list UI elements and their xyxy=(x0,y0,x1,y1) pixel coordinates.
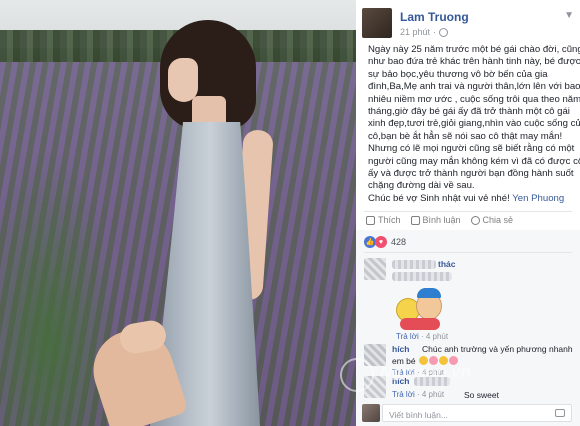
commenter-name-redacted xyxy=(392,260,436,269)
comment-input[interactable] xyxy=(383,407,533,423)
watermark-text: Ngoisao.vn xyxy=(380,364,472,381)
reaction-summary[interactable]: 👍 ♥ 428 xyxy=(364,236,406,248)
reaction-count: 428 xyxy=(391,237,407,247)
post-body: Ngày này 25 năm trước một bé gái chào đờ… xyxy=(368,44,580,205)
post-line: ấy và được trở thành người bạn đồng hành… xyxy=(368,168,574,180)
comment-composer[interactable] xyxy=(382,404,572,423)
current-user-avatar xyxy=(362,404,380,422)
post-line: xinh đẹp,tươi trẻ,giỏi giang,nhìn vào cu… xyxy=(368,118,580,130)
post-line: đình,Ba,Mẹ anh trai và người thân,lớn lê… xyxy=(368,81,580,93)
thumbs-up-icon xyxy=(366,215,375,225)
commenter-avatar[interactable] xyxy=(364,258,386,280)
comment-label: Bình luận xyxy=(422,215,461,225)
post-line: nhiêu niềm mơ ước , cuộc sống trôi qua t… xyxy=(368,93,580,105)
comment-text-redacted xyxy=(392,272,452,281)
comment-button[interactable]: Bình luận xyxy=(410,215,461,225)
post-line: Nhưng có lẽ mọi người cũng sẽ biết rằng … xyxy=(368,143,575,155)
commenter-name[interactable]: thác xyxy=(438,259,455,269)
share-label: Chia sẻ xyxy=(482,215,514,225)
post-time[interactable]: 21 phút xyxy=(400,27,430,37)
share-button[interactable]: Chia sẻ xyxy=(470,215,514,225)
like-label: Thích xyxy=(378,215,401,225)
divider xyxy=(364,211,572,212)
author-name[interactable]: Lam Truong xyxy=(400,10,469,24)
comment-time: 4 phút xyxy=(425,332,449,341)
watermark-logo: Ngoisao.vn xyxy=(340,356,490,396)
post-line: cô,bạn bè ắt hẳn sẽ nói sao cô thật may … xyxy=(368,130,563,142)
woman-face xyxy=(168,58,198,102)
comment-icon xyxy=(410,215,420,225)
post-photo[interactable] xyxy=(0,0,356,426)
comment-text: Chúc anh trường và yến phương nhanh xyxy=(422,344,573,354)
post-line: Ngày này 25 năm trước một bé gái chào đờ… xyxy=(368,44,580,55)
post-line: như bao đứa trẻ khác trên hành tinh này,… xyxy=(368,56,580,68)
watermark-circle-icon xyxy=(340,358,374,392)
post-line: chặng đường dài về sau. xyxy=(368,180,475,192)
post-line: sự bảo bọc,yêu thương vô bờ bến của gia xyxy=(368,68,548,80)
dot-separator: · xyxy=(433,27,437,37)
commenter-name[interactable]: hích xyxy=(392,344,409,354)
post-header: Lam Truong 21 phút · ▼ xyxy=(362,6,576,40)
tagged-user-link[interactable]: Yen Phuong xyxy=(512,193,564,204)
globe-icon xyxy=(439,27,449,37)
share-icon xyxy=(470,215,480,225)
post-meta: 21 phút · xyxy=(400,27,449,37)
post-wish: Chúc bé vợ Sinh nhật vui vẻ nhé! xyxy=(368,192,510,204)
author-avatar[interactable] xyxy=(362,8,392,38)
sticker-body xyxy=(400,318,440,330)
sticker-hat xyxy=(417,288,441,298)
post-line: người cũng may mắn không kém vì đã có đư… xyxy=(368,155,580,167)
divider xyxy=(364,252,572,253)
post-line: tháng,giờ đây bé gái ấy đã trở thành một… xyxy=(368,106,570,118)
sticker-image xyxy=(396,288,444,330)
comment-meta: Trả lời · 4 phút xyxy=(396,332,449,341)
love-reaction-icon: ♥ xyxy=(375,236,387,248)
chevron-down-icon[interactable]: ▼ xyxy=(564,10,574,21)
reply-link[interactable]: Trả lời xyxy=(396,332,419,341)
camera-icon[interactable] xyxy=(555,409,565,417)
like-button[interactable]: Thích xyxy=(366,215,401,225)
action-bar: Thích Bình luận Chia sẻ xyxy=(366,215,513,225)
post-last-line: Chúc bé vợ Sinh nhật vui vẻ nhé! Yen Phu… xyxy=(368,193,572,205)
